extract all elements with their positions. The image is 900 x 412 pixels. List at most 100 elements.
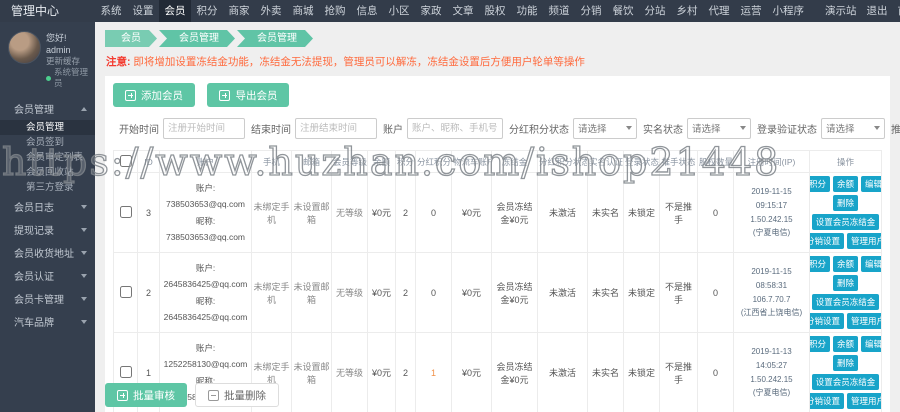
- sidebar-subitem[interactable]: 会员管理: [0, 120, 95, 135]
- add-member-button[interactable]: 添加会员: [113, 83, 195, 107]
- top-menu-item[interactable]: 外卖: [255, 0, 287, 22]
- cell-level: 无等级: [331, 252, 368, 333]
- delete-button[interactable]: 删除: [832, 275, 858, 291]
- filter-bar: 开始时间 结束时间 账户 分红积分状态请选择实名状态请选择登录验证状态请选择推手…: [113, 116, 900, 140]
- cell-dividend: 0: [415, 172, 452, 253]
- manage-user-button[interactable]: 管理用户: [847, 233, 881, 249]
- cell-equity: 0: [697, 252, 734, 333]
- sidebar-subitem[interactable]: 会员回收站: [0, 165, 95, 180]
- top-link-logout[interactable]: 退出: [862, 0, 893, 22]
- sidebar-group[interactable]: 会员认证: [0, 264, 95, 287]
- breadcrumb-item[interactable]: 会员管理: [159, 30, 235, 47]
- cell-equity: 0: [697, 172, 734, 253]
- balance-button[interactable]: 余额: [833, 176, 859, 192]
- top-menu-item[interactable]: 家政: [415, 0, 447, 22]
- top-menu-item[interactable]: 抢购: [319, 0, 351, 22]
- top-menu-item[interactable]: 分站: [639, 0, 671, 22]
- cell-points: 2: [395, 172, 416, 253]
- select-all-checkbox[interactable]: [119, 154, 132, 167]
- delete-button[interactable]: 删除: [832, 195, 858, 211]
- delete-button[interactable]: 删除: [832, 355, 858, 371]
- edit-button[interactable]: 编辑: [861, 176, 881, 192]
- top-link-demo[interactable]: 演示站: [820, 0, 862, 22]
- filter-select[interactable]: 请选择: [821, 117, 885, 139]
- top-menu-item[interactable]: 商城: [287, 0, 319, 22]
- points-button[interactable]: 积分: [810, 176, 830, 192]
- filter-select[interactable]: 请选择: [687, 117, 751, 139]
- sidebar-group-members[interactable]: 会员管理: [0, 97, 95, 120]
- top-menu-item[interactable]: 股权: [479, 0, 511, 22]
- sidebar-group[interactable]: 汽车品牌: [0, 310, 95, 333]
- breadcrumb-item[interactable]: 会员: [105, 30, 157, 47]
- sidebar-subitem[interactable]: 第三方登录: [0, 180, 95, 195]
- top-menu-item[interactable]: 小区: [383, 0, 415, 22]
- breadcrumb-item[interactable]: 会员管理: [237, 30, 313, 47]
- account-search-input[interactable]: [407, 117, 503, 139]
- cell-truck-account: ¥0元: [451, 172, 492, 253]
- end-time-input[interactable]: [295, 117, 377, 139]
- cell-account: 账户: 738503653@qq.com 昵称: 738503653@qq.co…: [159, 172, 252, 253]
- sidebar-subitem[interactable]: 会员签到: [0, 135, 95, 150]
- chevron-down-icon: [81, 204, 87, 209]
- top-menu-item[interactable]: 频道: [543, 0, 575, 22]
- sidebar-group[interactable]: 会员日志: [0, 195, 95, 218]
- cell-account: 账户: 2645836425@qq.com 昵称: 2645836425@qq.…: [159, 252, 252, 333]
- top-menu-item[interactable]: 信息: [351, 0, 383, 22]
- edit-button[interactable]: 编辑: [861, 256, 881, 272]
- cell-email: 未设置邮箱: [291, 252, 332, 333]
- chevron-down-icon: [81, 273, 87, 278]
- top-menu-item[interactable]: 设置: [127, 0, 159, 22]
- points-button[interactable]: 积分: [810, 336, 830, 352]
- manage-user-button[interactable]: 管理用户: [847, 313, 881, 329]
- top-right-links: 演示站 退出 首页: [820, 0, 900, 22]
- set-frozen-button[interactable]: 设置会员冻结金: [811, 294, 880, 310]
- account-label: 账户: [383, 124, 403, 136]
- top-link-home[interactable]: 首页: [893, 0, 900, 22]
- top-menu-item[interactable]: 商家: [223, 0, 255, 22]
- balance-button[interactable]: 余额: [833, 256, 859, 272]
- top-bar: 管理中心 系统 设置 会员 积分 商家 外卖 商城 抢购 信息 小区 家政 文章 股权 功能 频道 分销 餐饮分…: [0, 0, 900, 22]
- top-menu-item[interactable]: 会员: [159, 0, 191, 22]
- set-frozen-button[interactable]: 设置会员冻结金: [811, 214, 880, 230]
- batch-audit-button[interactable]: 批量审核: [105, 383, 187, 407]
- edit-button[interactable]: 编辑: [861, 336, 881, 352]
- filter-label: 实名状态: [643, 124, 683, 136]
- sidebar-group[interactable]: 提现记录: [0, 218, 95, 241]
- distribution-button[interactable]: 分销设置: [810, 233, 844, 249]
- filter-select[interactable]: 请选择: [573, 117, 637, 139]
- top-menu-item[interactable]: 积分: [191, 0, 223, 22]
- row-checkbox[interactable]: [119, 365, 132, 378]
- start-time-input[interactable]: [163, 117, 245, 139]
- filter-label: 分红积分状态: [509, 124, 569, 136]
- sidebar: 您好! admin 更新缓存 系统管理员 会员管理 会员管理 会员签到 会员审定列表…: [0, 22, 95, 412]
- cell-realname: 未实名: [587, 252, 624, 333]
- points-button[interactable]: 积分: [810, 256, 830, 272]
- balance-button[interactable]: 余额: [833, 336, 859, 352]
- top-menu-item[interactable]: 系统: [95, 0, 127, 22]
- cell-operations: 积分 余额 编辑 删除 设置会员冻结金 分销设置 管理用户: [809, 172, 882, 253]
- update-cache-link[interactable]: 更新缓存: [46, 56, 91, 67]
- members-table: ID 账户 手机 邮箱 会员等级 余额 积分 分红积分 物流车账户 冻结金 分红积分状态实…: [113, 150, 882, 412]
- distribution-button[interactable]: 分销设置: [810, 313, 844, 329]
- row-checkbox[interactable]: [119, 205, 132, 218]
- cell-login-status: 未锁定: [623, 172, 660, 253]
- sidebar-subitem[interactable]: 会员审定列表: [0, 150, 95, 165]
- top-menu-item[interactable]: 运营: [735, 0, 767, 22]
- export-member-button[interactable]: 导出会员: [207, 83, 290, 107]
- notice-label: 注意:: [106, 56, 131, 68]
- row-checkbox[interactable]: [119, 285, 132, 298]
- filter-label: 登录验证状态: [757, 124, 817, 136]
- top-menu-item[interactable]: 文章: [447, 0, 479, 22]
- top-menu-item[interactable]: 代理: [703, 0, 735, 22]
- top-menu-item[interactable]: 小程序: [767, 0, 810, 22]
- cell-dividend-status: 未激活: [537, 172, 588, 253]
- app-title: 管理中心: [11, 4, 60, 18]
- top-menu-item[interactable]: 分销: [575, 0, 607, 22]
- batch-delete-button[interactable]: 批量删除: [195, 383, 279, 407]
- sidebar-group[interactable]: 会员卡管理: [0, 287, 95, 310]
- sidebar-group[interactable]: 会员收货地址: [0, 241, 95, 264]
- top-menu-item[interactable]: 功能: [511, 0, 543, 22]
- top-menu-item[interactable]: 乡村: [671, 0, 703, 22]
- table-row: 3 账户: 738503653@qq.com 昵称: 738503653@qq.…: [113, 172, 882, 253]
- top-menu-item[interactable]: 餐饮: [607, 0, 639, 22]
